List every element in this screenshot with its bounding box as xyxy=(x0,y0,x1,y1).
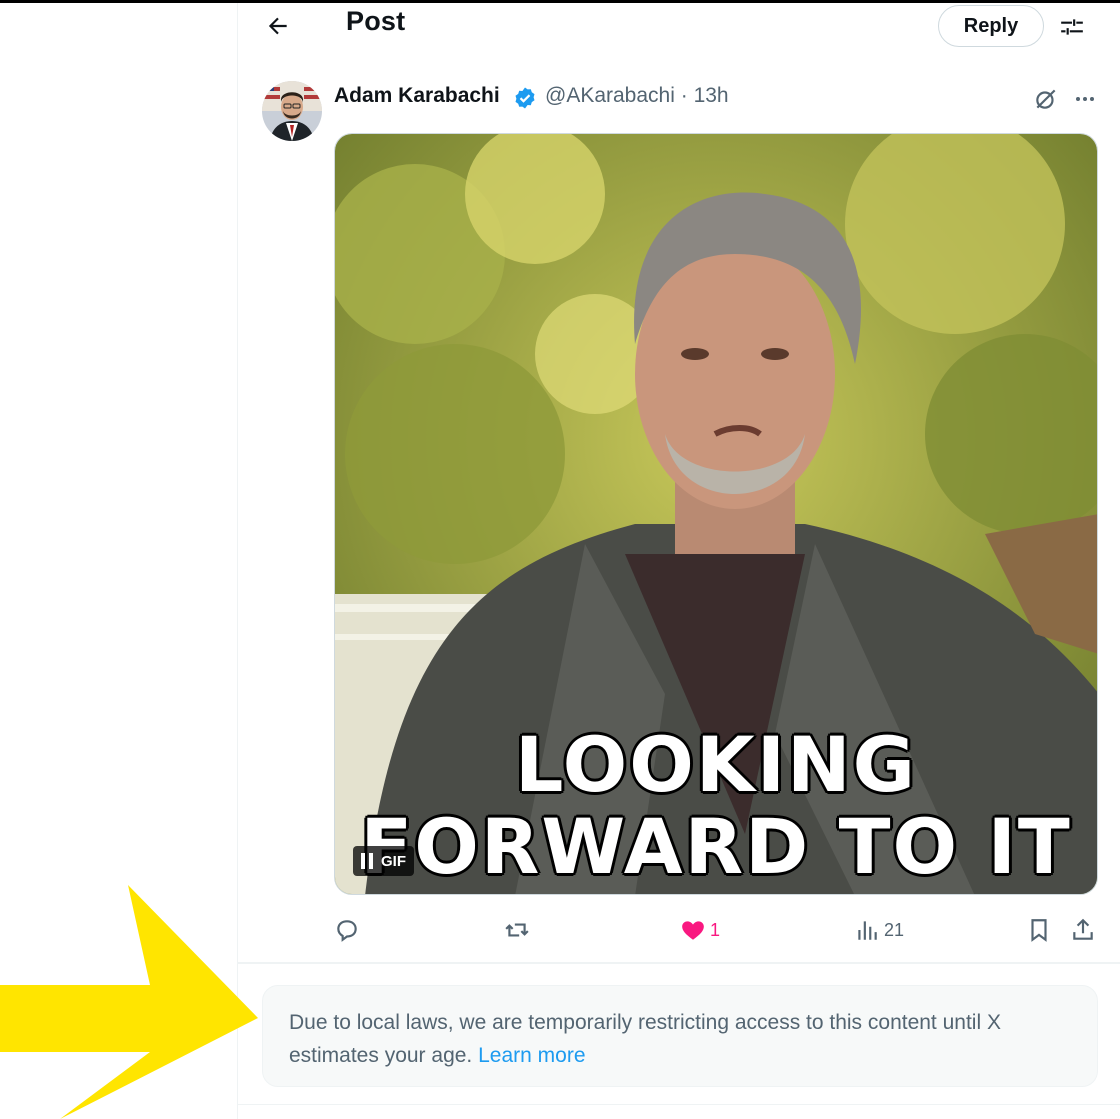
repost-icon xyxy=(505,923,529,937)
author-meta: @AKarabachi · 13h xyxy=(545,84,729,108)
pause-icon[interactable] xyxy=(361,853,375,869)
age-restriction-notice: Due to local laws, we are temporarily re… xyxy=(262,985,1098,1087)
window-top-border xyxy=(0,0,1120,3)
bookmark-icon xyxy=(1031,919,1047,942)
divider xyxy=(238,1104,1120,1105)
reply-action[interactable] xyxy=(334,912,360,948)
more-icon xyxy=(1076,97,1094,101)
views-icon xyxy=(858,921,877,940)
verified-badge-icon xyxy=(515,87,535,109)
gif-controls: GIF xyxy=(353,846,414,876)
reply-button[interactable]: Reply xyxy=(938,5,1044,47)
grok-button[interactable] xyxy=(1030,84,1062,114)
grok-icon xyxy=(1036,89,1056,109)
post-age[interactable]: 13h xyxy=(694,84,729,107)
view-count: 21 xyxy=(884,919,905,940)
reply-icon xyxy=(337,920,357,942)
back-arrow-icon xyxy=(268,17,287,35)
like-count: 1 xyxy=(710,919,721,940)
share-action[interactable] xyxy=(1070,912,1096,948)
page-title: Post xyxy=(346,6,406,36)
bookmark-action[interactable] xyxy=(1026,912,1052,948)
filter-button[interactable] xyxy=(1054,10,1090,44)
like-action[interactable]: 1 xyxy=(680,912,720,948)
share-icon xyxy=(1073,918,1093,940)
learn-more-link[interactable]: Learn more xyxy=(478,1044,585,1067)
annotation-arrow-icon xyxy=(0,885,258,1119)
meta-separator: · xyxy=(680,84,688,107)
avatar[interactable] xyxy=(262,81,322,141)
notice-text: Due to local laws, we are temporarily re… xyxy=(289,1011,1001,1067)
more-button[interactable] xyxy=(1068,84,1102,114)
author-handle[interactable]: @AKarabachi xyxy=(545,84,675,107)
divider xyxy=(238,962,1120,964)
repost-action[interactable] xyxy=(504,912,530,948)
back-button[interactable] xyxy=(258,8,298,44)
author-name[interactable]: Adam Karabachi xyxy=(334,84,500,108)
gif-caption-line2: FORWARD TO IT xyxy=(360,802,1072,891)
filter-icon xyxy=(1061,19,1083,35)
views-action[interactable]: 21 xyxy=(854,912,904,948)
post-actions: 1 21 xyxy=(334,912,1108,948)
gif-media[interactable]: LOOKING FORWARD TO IT GIF xyxy=(334,133,1098,895)
gif-caption-line1: LOOKING xyxy=(514,720,918,809)
heart-icon xyxy=(682,921,704,940)
gif-badge: GIF xyxy=(381,852,406,870)
